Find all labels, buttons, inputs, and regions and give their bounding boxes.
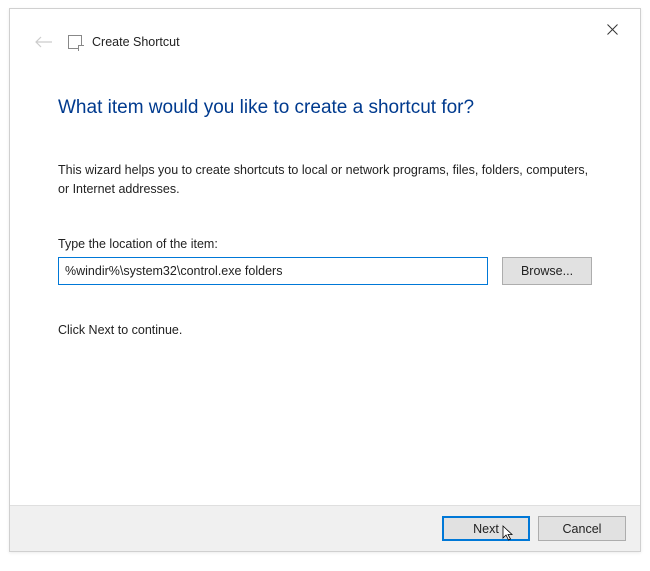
continue-instruction: Click Next to continue.	[58, 323, 592, 337]
browse-button[interactable]: Browse...	[502, 257, 592, 285]
location-label: Type the location of the item:	[58, 237, 592, 251]
back-arrow-icon	[35, 36, 53, 48]
location-row: Browse...	[58, 257, 592, 285]
back-button	[34, 32, 54, 52]
shortcut-icon	[68, 35, 82, 49]
wizard-description: This wizard helps you to create shortcut…	[58, 161, 592, 199]
page-heading: What item would you like to create a sho…	[58, 97, 592, 119]
create-shortcut-dialog: Create Shortcut What item would you like…	[9, 8, 641, 552]
location-input[interactable]	[58, 257, 488, 285]
dialog-title: Create Shortcut	[92, 35, 180, 49]
cancel-button[interactable]: Cancel	[538, 516, 626, 541]
next-button[interactable]: Next	[442, 516, 530, 541]
dialog-footer: Next Cancel	[10, 505, 640, 551]
dialog-header: Create Shortcut	[10, 9, 640, 53]
close-icon	[607, 24, 618, 35]
close-button[interactable]	[596, 17, 628, 41]
dialog-content: What item would you like to create a sho…	[10, 53, 640, 337]
